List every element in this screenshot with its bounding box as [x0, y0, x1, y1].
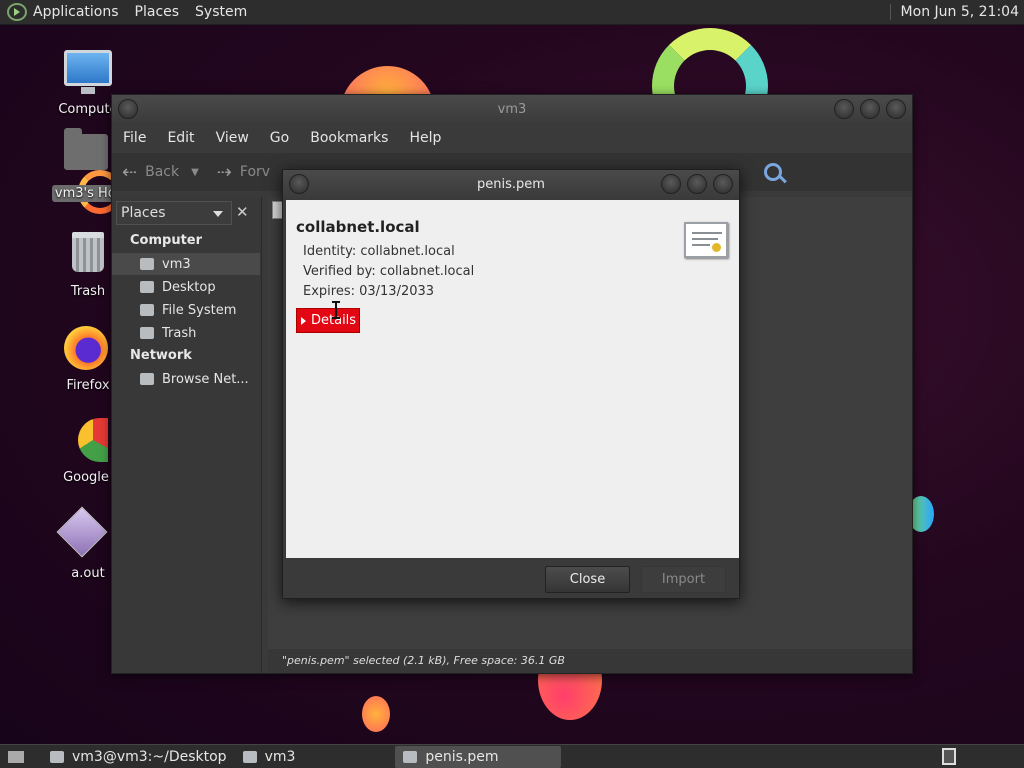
trash-icon: [140, 327, 154, 339]
forward-button[interactable]: ⇢ Forv: [217, 162, 270, 183]
minimize-button[interactable]: [661, 174, 681, 194]
menu-help[interactable]: Help: [409, 130, 441, 146]
window-title: vm3: [497, 101, 527, 117]
menu-view[interactable]: View: [216, 130, 249, 146]
task-terminal[interactable]: vm3@vm3:~/Desktop: [42, 746, 235, 768]
sidebar-section-network: Network: [130, 348, 192, 363]
dialog-content: collabnet.local Identity: collabnet.loca…: [286, 200, 739, 558]
sidebar-item-trash[interactable]: Trash: [112, 322, 260, 344]
maximize-button[interactable]: [860, 99, 880, 119]
close-window-button[interactable]: [886, 99, 906, 119]
status-bar: "penis.pem" selected (2.1 kB), Free spac…: [268, 649, 912, 673]
executable-icon: [56, 506, 108, 558]
close-button[interactable]: Close: [545, 566, 630, 593]
sidebar-section-computer: Computer: [130, 233, 203, 248]
details-expander[interactable]: Details: [296, 308, 361, 333]
home-folder-icon: [64, 128, 108, 170]
back-arrow-icon: ⇠: [122, 161, 138, 183]
sidebar-item-desktop[interactable]: Desktop: [112, 276, 260, 298]
sidebar-item-filesystem[interactable]: File System: [112, 299, 260, 321]
computer-icon: [64, 50, 112, 94]
import-button[interactable]: Import: [641, 566, 726, 593]
folder-icon: [242, 750, 257, 763]
bottom-panel: vm3@vm3:~/Desktop vm3 penis.pem: [0, 744, 1024, 768]
maximize-button[interactable]: [687, 174, 707, 194]
clock[interactable]: Mon Jun 5, 21:04: [889, 4, 1019, 20]
close-window-button[interactable]: [713, 174, 733, 194]
desktop-icon-label: a.out: [71, 566, 105, 581]
home-icon: [140, 258, 154, 270]
certificate-expires: Expires: 03/13/2033: [303, 284, 435, 299]
window-menu-button[interactable]: [118, 99, 138, 119]
show-desktop-button[interactable]: [0, 746, 32, 768]
desktop-icon-label: Trash: [70, 284, 106, 299]
menu-edit[interactable]: Edit: [167, 130, 194, 146]
menu-bookmarks[interactable]: Bookmarks: [310, 130, 388, 146]
drive-icon: [140, 304, 154, 316]
certificate-name: collabnet.local: [296, 218, 420, 236]
certificate-icon: [684, 222, 728, 258]
text-cursor-icon: [332, 301, 343, 319]
menu-go[interactable]: Go: [270, 130, 289, 146]
terminal-icon: [50, 750, 64, 763]
wallpaper-blob: [362, 696, 390, 732]
task-penis-pem[interactable]: penis.pem: [395, 745, 562, 768]
close-sidebar-icon[interactable]: ✕: [236, 203, 249, 221]
desktop-icon: [140, 281, 154, 293]
sidebar-item-vm3[interactable]: vm3: [112, 253, 260, 275]
back-button[interactable]: ⇠ Back ▼: [122, 162, 199, 183]
firefox-icon: [64, 326, 108, 370]
menu-file[interactable]: File: [123, 130, 146, 146]
desktop-icon-label: Firefox: [66, 378, 110, 393]
top-panel: Applications Places System Mon Jun 5, 21…: [0, 0, 1024, 25]
dialog-titlebar[interactable]: penis.pem: [283, 170, 739, 198]
search-icon[interactable]: [764, 163, 782, 181]
chevron-down-icon[interactable]: ▼: [191, 167, 199, 178]
certificate-verified-by: Verified by: collabnet.local: [303, 264, 475, 279]
dialog-title: penis.pem: [477, 176, 545, 192]
window-menu-button[interactable]: [289, 174, 309, 194]
chrome-icon: [78, 418, 108, 462]
minimize-button[interactable]: [834, 99, 854, 119]
workspace-switcher-icon[interactable]: [942, 748, 956, 765]
network-icon: [140, 373, 154, 385]
places-menu[interactable]: Places: [135, 4, 180, 20]
sidebar: Places ✕ Computer vm3 Desktop File Syste…: [112, 197, 262, 673]
certificate-dialog: penis.pem collabnet.local Identity: coll…: [282, 169, 740, 599]
task-vm3[interactable]: vm3: [235, 746, 304, 768]
places-selector[interactable]: Places: [116, 201, 232, 225]
show-desktop-icon: [8, 750, 24, 763]
trash-icon: [72, 232, 104, 272]
window-titlebar[interactable]: vm3: [112, 95, 912, 123]
system-menu[interactable]: System: [195, 4, 247, 20]
applications-menu[interactable]: Applications: [33, 4, 119, 20]
desktop-icon-label: Compute: [58, 102, 118, 117]
menubar: File Edit View Go Bookmarks Help: [112, 123, 912, 153]
desktop-icon-label: Google: [63, 470, 109, 485]
sidebar-item-browse-network[interactable]: Browse Net...: [112, 368, 260, 390]
certificate-identity: Identity: collabnet.local: [303, 244, 455, 259]
distro-logo-icon[interactable]: [7, 3, 27, 21]
forward-arrow-icon: ⇢: [216, 161, 232, 183]
window-icon: [403, 750, 418, 763]
